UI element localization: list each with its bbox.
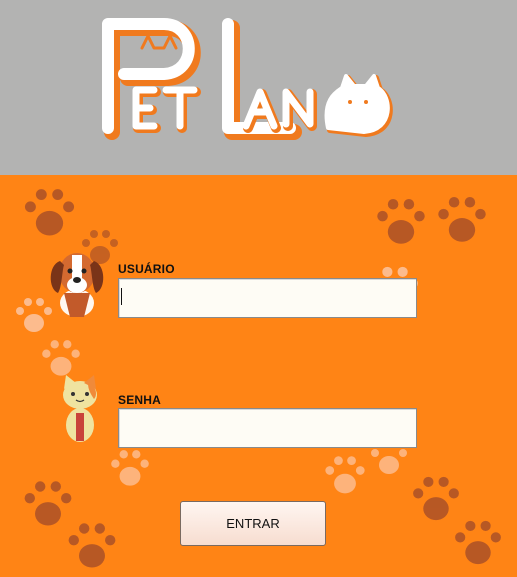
cat-icon: [63, 375, 97, 442]
paw-print-icon: [438, 196, 486, 242]
text-caret: [121, 288, 122, 305]
paw-print-icon: [24, 189, 75, 236]
paw-print-icon: [325, 456, 365, 494]
username-label: USUÁRIO: [118, 262, 175, 276]
paw-print-icon: [68, 523, 116, 568]
password-input[interactable]: [118, 408, 417, 448]
login-button[interactable]: ENTRAR: [180, 501, 326, 546]
petland-logo: [102, 18, 393, 140]
paw-print-icon: [377, 198, 425, 244]
header-banner: [0, 0, 517, 175]
login-panel: USUÁRIO SENHA ENTRAR: [0, 175, 517, 577]
dog-icon: [50, 253, 104, 317]
paw-print-icon: [455, 520, 501, 565]
password-label: SENHA: [118, 393, 162, 407]
username-input[interactable]: [118, 278, 417, 318]
paw-print-icon: [111, 450, 149, 486]
